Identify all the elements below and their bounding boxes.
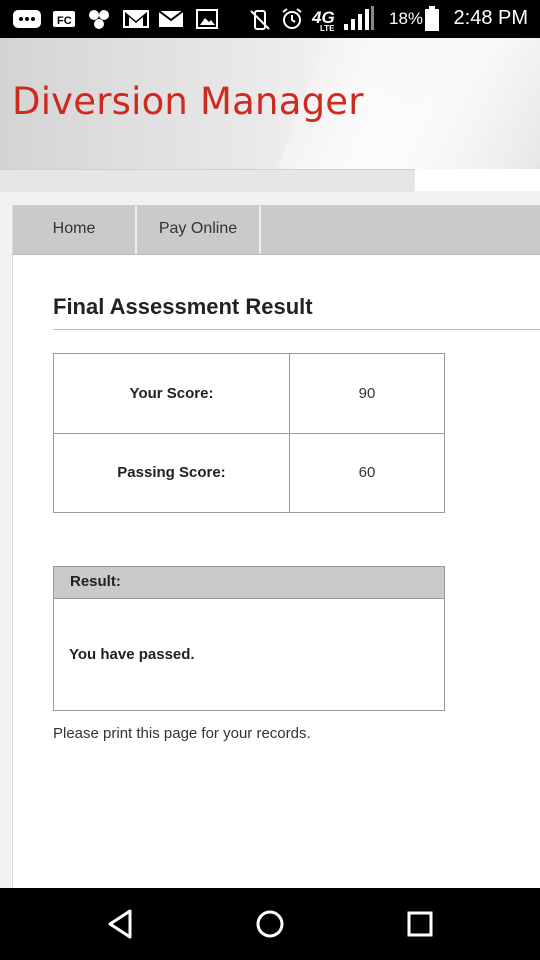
table-row: Your Score: 90 bbox=[54, 354, 444, 434]
email-icon bbox=[158, 10, 184, 27]
page-title: Final Assessment Result bbox=[53, 294, 313, 319]
fx-app-icon: FC bbox=[53, 11, 75, 27]
app-title[interactable]: Diversion Manager bbox=[12, 80, 364, 123]
result-header: Result: bbox=[54, 567, 444, 599]
passing-score-label: Passing Score: bbox=[54, 433, 290, 512]
title-divider bbox=[53, 329, 540, 330]
gmail-icon bbox=[123, 10, 149, 28]
recents-icon[interactable] bbox=[402, 906, 438, 942]
signal-icon bbox=[344, 6, 374, 30]
clock: 2:48 PM bbox=[453, 7, 528, 29]
header-sub-band bbox=[0, 169, 415, 192]
score-table: Your Score: 90 Passing Score: 60 bbox=[53, 353, 445, 513]
home-icon[interactable] bbox=[252, 906, 288, 942]
table-row: Passing Score: 60 bbox=[54, 433, 444, 512]
main-nav: Home Pay Online bbox=[13, 206, 540, 255]
network-sublabel: LTE bbox=[320, 24, 335, 33]
back-icon[interactable] bbox=[102, 906, 138, 942]
result-box: Result: You have passed. bbox=[53, 566, 445, 711]
system-nav-bar bbox=[0, 888, 540, 960]
site-header: Diversion Manager bbox=[0, 38, 540, 169]
messages-icon bbox=[13, 10, 41, 28]
svg-text:FC: FC bbox=[57, 15, 72, 27]
status-bar: FC 4G LTE 18% 2:48 PM bbox=[0, 0, 540, 38]
app-cluster-icon bbox=[89, 10, 109, 29]
battery-percent: 18% bbox=[389, 9, 424, 28]
nav-item-home[interactable]: Home bbox=[13, 206, 137, 254]
your-score-label: Your Score: bbox=[54, 354, 290, 433]
alarm-icon bbox=[282, 8, 302, 29]
your-score-value: 90 bbox=[358, 385, 376, 402]
gallery-icon bbox=[196, 9, 218, 29]
battery-icon bbox=[425, 6, 439, 31]
passing-score-value: 60 bbox=[358, 464, 376, 481]
content-card: Home Pay Online Final Assessment Result … bbox=[12, 205, 540, 889]
vibrate-off-icon bbox=[250, 10, 270, 30]
print-note: Please print this page for your records. bbox=[53, 725, 311, 742]
nav-item-pay-online[interactable]: Pay Online bbox=[137, 206, 261, 254]
header-sub-band-gap bbox=[415, 169, 540, 191]
result-message: You have passed. bbox=[69, 646, 195, 663]
